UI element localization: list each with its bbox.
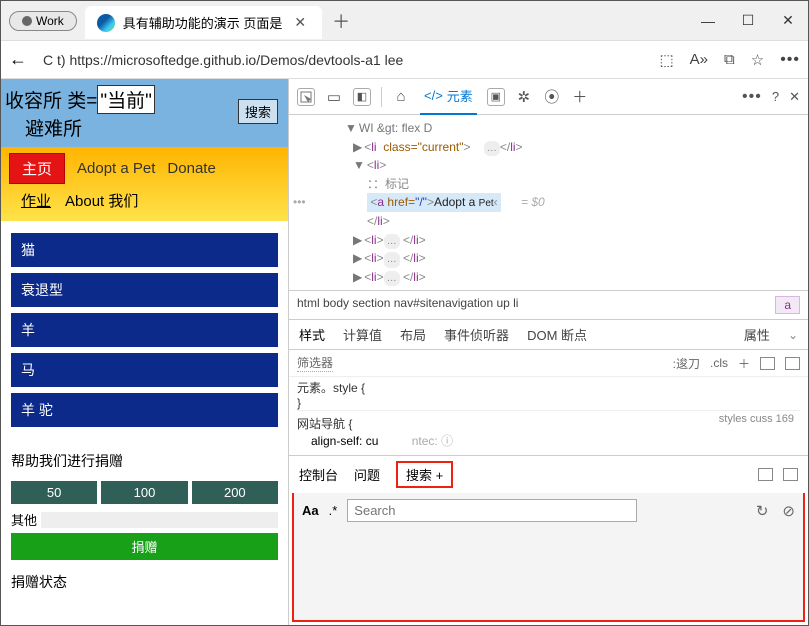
regex-icon[interactable]: .* bbox=[329, 503, 338, 518]
reader-icon[interactable]: A» bbox=[690, 51, 708, 69]
pin-icon[interactable] bbox=[760, 357, 775, 370]
style-source[interactable]: styles cuss 169 bbox=[719, 413, 794, 425]
code-icon: </> bbox=[424, 88, 443, 103]
collections-icon[interactable]: ⧉ bbox=[724, 51, 735, 69]
list-item[interactable]: 猫 bbox=[11, 233, 278, 267]
drawer-dock-icon[interactable] bbox=[783, 468, 798, 481]
tab-properties[interactable]: 属性 bbox=[744, 325, 770, 344]
device-icon[interactable]: ▭ bbox=[325, 88, 343, 106]
dt-close-icon[interactable]: ✕ bbox=[789, 89, 800, 105]
donate-heading: 帮助我们进行捐赠 bbox=[1, 447, 288, 475]
help-icon[interactable]: ? bbox=[772, 89, 779, 104]
match-case-icon[interactable]: Aa bbox=[302, 503, 319, 518]
dom-tree[interactable]: ▼WI &gt: flex D ▶<li class="current"> …<… bbox=[289, 115, 808, 290]
tab-title: 具有辅助功能的演示 页面是 bbox=[123, 13, 283, 32]
nav-work[interactable]: 作业 bbox=[21, 190, 51, 211]
profile-pill[interactable]: Work bbox=[9, 11, 77, 31]
other-label: 其他 bbox=[11, 510, 37, 529]
favorite-icon[interactable]: ☆ bbox=[751, 51, 764, 69]
app-icon[interactable]: ⬚ bbox=[659, 51, 673, 69]
amount-100[interactable]: 100 bbox=[101, 481, 187, 504]
dt-more-icon[interactable]: ••• bbox=[742, 88, 762, 106]
breadcrumb[interactable]: html body section nav#sitenavigation up … bbox=[289, 290, 808, 320]
tab-listeners[interactable]: 事件侦听器 bbox=[444, 325, 509, 344]
clear-icon[interactable]: ⊘ bbox=[782, 502, 795, 520]
style-rule-element[interactable]: 元素。style { bbox=[297, 379, 800, 396]
plus-tab-icon[interactable]: ＋ bbox=[571, 88, 589, 106]
browser-tab[interactable]: 具有辅助功能的演示 页面是 ✕ bbox=[85, 6, 322, 39]
refresh-icon[interactable]: ↻ bbox=[756, 502, 769, 520]
tab-styles[interactable]: 样式 bbox=[299, 325, 325, 344]
search-drawer: Aa .* ↻ ⊘ bbox=[292, 493, 805, 622]
amount-200[interactable]: 200 bbox=[192, 481, 278, 504]
inspect-icon[interactable] bbox=[297, 88, 315, 106]
app-tab-icon[interactable]: ▣ bbox=[487, 88, 505, 106]
back-icon[interactable]: ← bbox=[9, 49, 27, 70]
hero-text: 收容所 bbox=[5, 91, 62, 112]
tab-layout[interactable]: 布局 bbox=[400, 325, 426, 344]
list-item[interactable]: 羊 bbox=[11, 313, 278, 347]
more-icon[interactable]: ••• bbox=[780, 51, 800, 69]
hero-current-box: "当前" bbox=[97, 85, 155, 114]
list-item[interactable]: 衰退型 bbox=[11, 273, 278, 307]
nav-about[interactable]: About 我们 bbox=[65, 190, 138, 211]
hover-toggle[interactable]: :逡刀 bbox=[673, 355, 700, 372]
edge-icon bbox=[97, 14, 115, 32]
search-input[interactable] bbox=[347, 499, 637, 522]
crumb-selected[interactable]: a bbox=[775, 296, 800, 314]
computed-toggle-icon[interactable] bbox=[785, 357, 800, 370]
drawer-issues[interactable]: 问题 bbox=[354, 465, 380, 484]
hero-class-text: 类= bbox=[67, 91, 97, 112]
tab-close-icon[interactable]: ✕ bbox=[290, 12, 310, 33]
nav-home[interactable]: 主页 bbox=[9, 153, 65, 184]
drawer-search-tab[interactable]: 搜索 + bbox=[396, 461, 453, 488]
minimize-button[interactable]: — bbox=[688, 6, 728, 36]
cls-toggle[interactable]: .cls bbox=[710, 356, 728, 370]
list-item[interactable]: 马 bbox=[11, 353, 278, 387]
new-rule-icon[interactable]: ＋ bbox=[738, 355, 750, 372]
close-window-button[interactable]: ✕ bbox=[768, 6, 808, 36]
chevron-down-icon[interactable]: ⌄ bbox=[788, 328, 798, 342]
panel-icon[interactable]: ◧ bbox=[353, 88, 371, 106]
list-item[interactable]: 羊 驼 bbox=[11, 393, 278, 427]
tab-computed[interactable]: 计算值 bbox=[343, 325, 382, 344]
address-bar[interactable]: C t) https://microsoftedge.github.io/Dem… bbox=[37, 48, 649, 72]
donate-status: 捐赠状态 bbox=[1, 564, 288, 600]
styles-filter[interactable]: 筛选器 bbox=[297, 354, 333, 372]
profile-icon bbox=[22, 16, 32, 26]
nav-donate[interactable]: Donate bbox=[167, 160, 215, 177]
profile-label: Work bbox=[36, 14, 64, 28]
drawer-console[interactable]: 控制台 bbox=[299, 465, 338, 484]
wifi-icon[interactable]: ⦿ bbox=[543, 88, 561, 106]
welcome-icon[interactable]: ⌂ bbox=[392, 88, 410, 106]
nav-adopt[interactable]: Adopt a Pet bbox=[77, 160, 155, 177]
drawer-expand-icon[interactable] bbox=[758, 468, 773, 481]
amount-50[interactable]: 50 bbox=[11, 481, 97, 504]
maximize-button[interactable]: ☐ bbox=[728, 6, 768, 36]
tab-dom-bp[interactable]: DOM 断点 bbox=[527, 325, 587, 344]
other-amount-input[interactable] bbox=[41, 512, 278, 528]
new-tab-button[interactable]: ＋ bbox=[322, 2, 360, 40]
bug-icon[interactable]: ✲ bbox=[515, 88, 533, 106]
rendered-page: 收容所 类="当前" 搜索 避难所 主页 Adopt a Pet Donate … bbox=[1, 79, 289, 625]
hero-search[interactable]: 搜索 bbox=[238, 99, 278, 124]
tab-elements[interactable]: </> 元素 bbox=[420, 78, 477, 115]
donate-button[interactable]: 捐赠 bbox=[11, 533, 278, 560]
